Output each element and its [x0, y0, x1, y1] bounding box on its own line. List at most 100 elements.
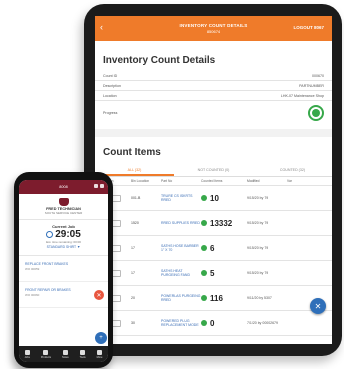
notes-icon: [62, 349, 68, 355]
bin-location: 17: [131, 271, 135, 275]
modified-info: 9/15/20 by 79: [247, 270, 269, 275]
detail-value: 000670: [312, 73, 324, 78]
table-row[interactable]: 17 SATHS HOSE BARBER 1" X 70 6 9/15/20 b…: [95, 236, 332, 261]
tab-not-counted[interactable]: NOT COUNTED (0): [174, 165, 253, 176]
column-header: Var: [287, 179, 292, 183]
tab-more[interactable]: More: [97, 349, 103, 359]
phone-device: 8008 FRED TECHNICIAN SOUTH SERVICE CENTE…: [14, 172, 113, 368]
notification-icon[interactable]: [94, 184, 98, 188]
phone-screen: 8008 FRED TECHNICIAN SOUTH SERVICE CENTE…: [19, 180, 108, 362]
job-link[interactable]: STANDARD SHIRT ▼: [19, 245, 108, 249]
column-header: Part No: [161, 178, 173, 183]
logout-button[interactable]: LOGOUT 8067: [293, 25, 324, 30]
part-link[interactable]: TRURE CS ISKRTS RRED: [161, 194, 201, 203]
bottom-tab-bar: Jobs Products Notes Tools More: [19, 346, 108, 362]
detail-value: PARTNUMBER: [299, 83, 324, 88]
counted-status-icon: [201, 270, 207, 276]
counted-value: 6: [210, 243, 215, 253]
progress-complete-icon: [308, 105, 324, 121]
bin-location: 30: [131, 321, 135, 325]
tools-icon: [80, 349, 86, 355]
column-header: Counted Items: [201, 179, 223, 183]
section-divider: [95, 129, 332, 137]
counted-value: 5: [210, 268, 215, 278]
entry-sub: WO 00059: [25, 267, 40, 271]
table-row[interactable]: 17 SATHS HEAT PURGEING FAND 5 9/15/20 by…: [95, 261, 332, 286]
tablet-screen: ‹ INVENTORY COUNT DETAILS 850674 LOGOUT …: [95, 16, 332, 344]
tablet-header: ‹ INVENTORY COUNT DETAILS 850674 LOGOUT …: [95, 16, 332, 41]
modified-info: 7/1/20 by 00002679: [247, 320, 278, 325]
tab-jobs[interactable]: Jobs: [24, 349, 30, 359]
list-item[interactable]: FRONT REPAIR OR BRAKES WO 00060 ✕: [19, 282, 108, 308]
entry-sub: WO 00060: [25, 293, 40, 297]
current-job-block: Current Job 29:05 Est. time remaining: 0…: [19, 220, 108, 256]
tab-products[interactable]: Products: [41, 349, 51, 359]
part-link[interactable]: SATHS HEAT PURGEING FAND: [161, 269, 201, 278]
table-row[interactable]: 1520 RRED SUPPLIES RRED 13332 9/15/20 by…: [95, 211, 332, 236]
company-subname: SOUTH SERVICE CENTER: [44, 211, 83, 215]
counted-value: 0: [210, 318, 215, 328]
modified-info: 9/15/20 by 79: [247, 195, 269, 200]
company-block: FRED TECHNICIAN SOUTH SERVICE CENTER: [19, 194, 108, 220]
count-items-tabs: ALL (32) NOT COUNTED (0) COUNTED (32): [95, 165, 332, 177]
column-header: Bin Location: [131, 179, 150, 183]
count-items-title: Count Items: [103, 147, 161, 158]
part-link[interactable]: POWERED PLUG REPLACEMENT MODE: [161, 319, 201, 328]
table-row[interactable]: 20 POWERLAS PURGEING RRED 116 9/11/20 by…: [95, 286, 332, 311]
counted-status-icon: [201, 245, 207, 251]
bin-location: 17: [131, 246, 135, 250]
job-timer: 29:05: [19, 229, 108, 240]
detail-row-location: Location LHK-07 Maintenance Shop: [95, 91, 332, 101]
counted-status-icon: [201, 220, 207, 226]
table-row[interactable]: 001-B TRURE CS ISKRTS RRED 10 9/15/20 by…: [95, 186, 332, 211]
tab-tools[interactable]: Tools: [80, 349, 86, 359]
timer-value: 29:05: [55, 229, 81, 240]
detail-row-progress: Progress: [95, 101, 332, 125]
jobs-icon: [24, 349, 30, 355]
entry-title: FRONT REPAIR OR BRAKES: [25, 288, 71, 292]
tab-counted[interactable]: COUNTED (32): [253, 165, 332, 176]
list-item[interactable]: REPLACE FRONT BRAKES WO 00059: [19, 256, 108, 282]
phone-header: 8008: [19, 180, 108, 194]
detail-row-description: Description PARTNUMBER: [95, 81, 332, 91]
detail-row-count-id: Count ID 000670: [95, 71, 332, 81]
detail-value: LHK-07 Maintenance Shop: [280, 93, 324, 98]
more-icon: [97, 349, 103, 355]
header-title: INVENTORY COUNT DETAILS: [179, 22, 248, 28]
tab-notes[interactable]: Notes: [62, 349, 69, 359]
add-icon[interactable]: +: [95, 332, 107, 344]
counted-status-icon: [201, 195, 207, 201]
bin-location: 20: [131, 296, 135, 300]
bin-location: 001-B: [131, 196, 141, 200]
details-title: Inventory Count Details: [103, 55, 216, 66]
counted-value: 10: [210, 193, 219, 203]
entry-title: REPLACE FRONT BRAKES: [25, 262, 69, 266]
chevron-left-icon[interactable]: ‹: [100, 22, 103, 32]
table-header: Qty On Bin Location Part No Counted Item…: [95, 177, 332, 186]
counted-value: 13332: [210, 218, 233, 228]
column-header: Modified: [247, 178, 260, 183]
job-subtext: Est. time remaining: 00:00: [46, 240, 81, 244]
menu-icon[interactable]: [100, 184, 104, 188]
counted-status-icon: [201, 295, 207, 301]
header-subtitle: 850674: [206, 28, 221, 34]
modified-info: 9/11/20 by 5307: [247, 295, 272, 300]
wrench-icon[interactable]: ✕: [310, 298, 326, 314]
part-link[interactable]: SATHS HOSE BARBER 1" X 70: [161, 244, 201, 253]
part-link[interactable]: POWERLAS PURGEING RRED: [161, 294, 201, 303]
part-link[interactable]: RRED SUPPLIES RRED: [161, 221, 201, 226]
bin-location: 1520: [131, 221, 139, 225]
progress-label: Progress: [103, 111, 118, 115]
tablet-device: ‹ INVENTORY COUNT DETAILS 850674 LOGOUT …: [84, 4, 342, 356]
close-icon[interactable]: ✕: [94, 290, 104, 300]
table-row[interactable]: 30 POWERED PLUG REPLACEMENT MODE 0 7/1/2…: [95, 311, 332, 336]
modified-info: 9/15/20 by 79: [247, 220, 269, 225]
tablet-header-title: INVENTORY COUNT DETAILS 850674: [180, 23, 248, 35]
detail-label: Location: [103, 93, 117, 98]
counted-status-icon: [201, 320, 207, 326]
company-logo: [58, 198, 69, 206]
detail-label: Count ID: [103, 73, 118, 78]
detail-label: Description: [103, 83, 121, 88]
phone-header-title: 8008: [59, 185, 68, 189]
products-icon: [43, 349, 49, 355]
